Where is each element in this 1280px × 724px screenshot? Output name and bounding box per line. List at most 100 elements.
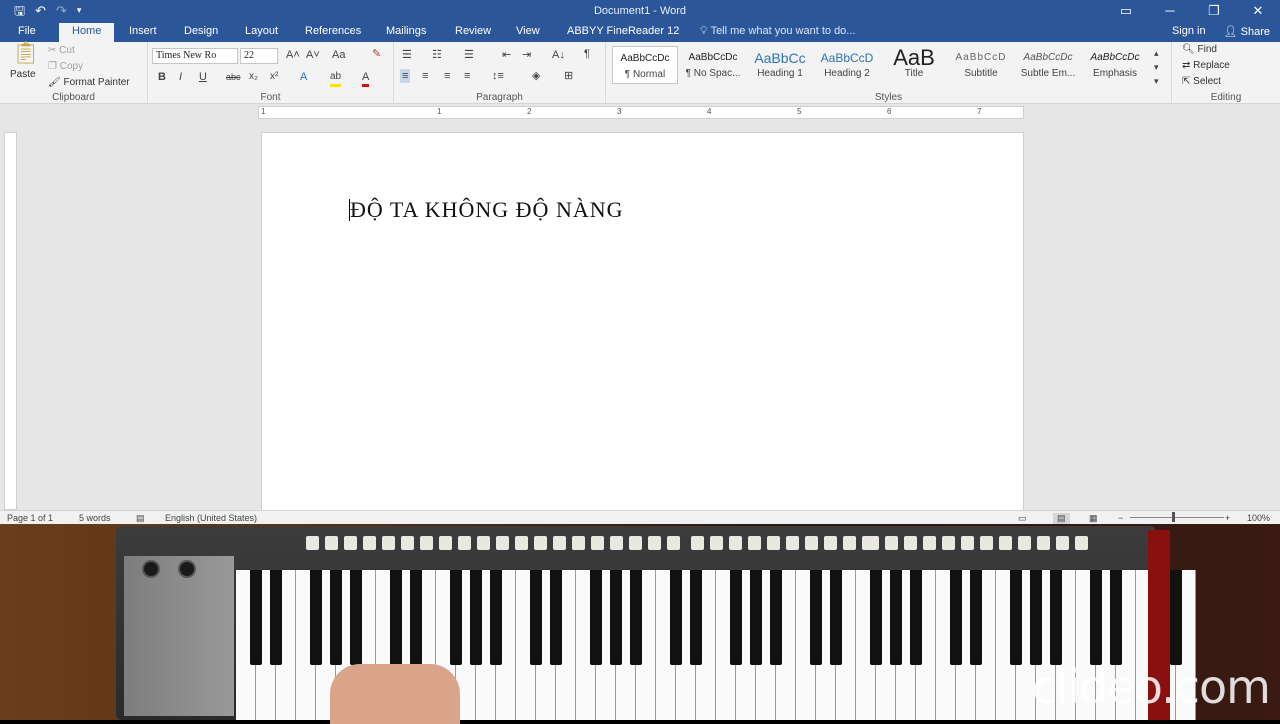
vertical-ruler[interactable] [4,132,17,510]
language-indicator[interactable]: English (United States) [165,513,257,523]
superscript-button[interactable]: x² [270,70,278,84]
ruler-mark: 1 [261,107,266,116]
black-key [910,570,922,665]
shading-icon[interactable]: ◈ [532,69,540,83]
style-subtitle[interactable]: AaBbCcD Subtitle [948,46,1014,84]
zoom-slider-thumb[interactable] [1172,512,1175,522]
align-left-icon[interactable]: ≡ [400,69,411,83]
tab-insert[interactable]: Insert [129,25,157,37]
style-subtle-emphasis[interactable]: AaBbCcDc Subtle Em... [1015,46,1081,84]
ribbon-display-options-icon[interactable]: ▭ [1104,0,1148,22]
style-no-spacing[interactable]: AaBbCcDc ¶ No Spac... [680,46,746,84]
align-center-icon[interactable]: ≡ [422,69,428,83]
minimize-button[interactable]: ─ [1148,0,1192,22]
replace-button[interactable]: ⇄ Replace [1182,60,1230,71]
cut-button[interactable]: ✂ Cut [48,45,75,56]
horizontal-ruler[interactable]: 1 1 2 3 4 5 6 7 [258,106,1024,119]
tab-review[interactable]: Review [455,25,491,37]
font-name-combo[interactable]: Times New Ro [152,48,238,64]
proofing-icon[interactable]: ▤ [136,513,145,524]
style-heading-1-preview: AaBbCc [754,50,806,66]
zoom-out-button[interactable]: − [1118,513,1123,523]
tab-abbyy[interactable]: ABBYY FineReader 12 [567,25,679,37]
subscript-button[interactable]: x₂ [249,70,258,84]
zoom-slider[interactable] [1130,517,1224,518]
tab-view[interactable]: View [516,25,540,37]
decrease-indent-icon[interactable]: ⇤ [502,48,511,62]
tab-mailings[interactable]: Mailings [386,25,426,37]
change-case-button[interactable]: Aa [332,48,345,62]
black-key [1090,570,1102,665]
find-button[interactable]: 🔍︎ Find [1182,44,1217,55]
font-color-button[interactable]: A [362,70,370,87]
sort-button[interactable]: A↓ [552,48,565,62]
black-key [310,570,322,665]
bold-button[interactable]: B [158,70,166,84]
tab-layout[interactable]: Layout [245,25,278,37]
player-hand [330,664,460,724]
shrink-font-button[interactable]: A˅ [306,48,320,62]
grow-font-button[interactable]: A˄ [286,48,300,62]
style-heading-1-label: Heading 1 [757,68,803,79]
style-heading-2[interactable]: AaBbCcD Heading 2 [814,46,880,84]
web-layout-icon[interactable]: ▦ [1089,513,1098,524]
tab-file[interactable]: File [18,25,36,37]
style-heading-2-label: Heading 2 [824,68,870,79]
align-right-icon[interactable]: ≡ [444,69,450,83]
text-effects-button[interactable]: A [300,70,307,84]
format-painter-button[interactable]: 🖌︎ Format Painter [48,77,130,88]
word-count[interactable]: 5 words [79,513,111,523]
bullets-icon[interactable]: ☰ [402,48,412,62]
account-area: Sign in 👤︎ Share [1172,25,1270,38]
tab-references[interactable]: References [305,25,361,37]
print-layout-icon[interactable]: ▤ [1053,513,1070,524]
increase-indent-icon[interactable]: ⇥ [522,48,531,62]
pad-buttons [496,536,680,550]
lightbulb-icon: 💡︎ [700,25,711,37]
borders-icon[interactable]: ⊞ [564,69,573,83]
ruler-mark: 3 [617,107,622,116]
pad-buttons [306,536,490,550]
style-heading-1[interactable]: AaBbCc Heading 1 [747,46,813,84]
tab-home[interactable]: Home [59,23,115,42]
style-emphasis[interactable]: AaBbCcDc Emphasis [1082,46,1148,84]
style-subtle-emphasis-label: Subtle Em... [1020,68,1076,79]
highlight-button[interactable]: ab [330,70,342,87]
paste-button[interactable]: Paste [10,69,36,80]
copy-button[interactable]: ❐ Copy [48,61,83,72]
paste-icon[interactable]: 📋︎ [12,42,40,64]
show-formatting-button[interactable]: ¶ [584,47,590,61]
document-text[interactable]: ĐỘ TA KHÔNG ĐỘ NÀNG [350,197,624,223]
italic-button[interactable]: I [179,70,182,84]
pad-buttons [866,536,1088,550]
clear-formatting-icon[interactable]: ✎ [372,47,381,61]
share-button[interactable]: 👤︎ Share [1224,25,1270,38]
document-page[interactable]: ĐỘ TA KHÔNG ĐỘ NÀNG [261,132,1024,514]
restore-button[interactable]: ❐ [1192,0,1236,22]
strikethrough-button[interactable]: abc [226,70,241,84]
font-size-combo[interactable]: 22 [240,48,278,64]
justify-icon[interactable]: ≡ [464,69,470,83]
black-key [950,570,962,665]
keyboard-side-panel [124,556,234,716]
multilevel-list-icon[interactable]: ☰ [464,48,474,62]
zoom-level[interactable]: 100% [1247,513,1270,523]
tell-me-box[interactable]: 💡︎ Tell me what you want to do... [700,25,855,38]
knob [142,560,160,578]
style-title[interactable]: AaB Title [881,46,947,84]
window-controls: ▭ ─ ❐ ✕ [1104,0,1280,22]
zoom-in-button[interactable]: + [1225,513,1230,523]
read-mode-icon[interactable]: ▭ [1018,513,1027,524]
window-title: Document1 - Word [593,5,687,17]
select-button[interactable]: ⇱ Select [1182,76,1221,87]
numbering-icon[interactable]: ☷ [432,48,442,62]
sign-in-link[interactable]: Sign in [1172,25,1206,38]
styles-scroll-icon[interactable]: ▴ ▾ ▾ [1154,46,1159,88]
style-normal[interactable]: AaBbCcDc ¶ Normal [612,46,678,84]
line-spacing-icon[interactable]: ↕≡ [492,69,504,83]
tab-design[interactable]: Design [184,25,218,37]
underline-button[interactable]: U [199,70,207,84]
black-key [550,570,562,665]
page-count[interactable]: Page 1 of 1 [7,513,53,523]
close-button[interactable]: ✕ [1236,0,1280,22]
